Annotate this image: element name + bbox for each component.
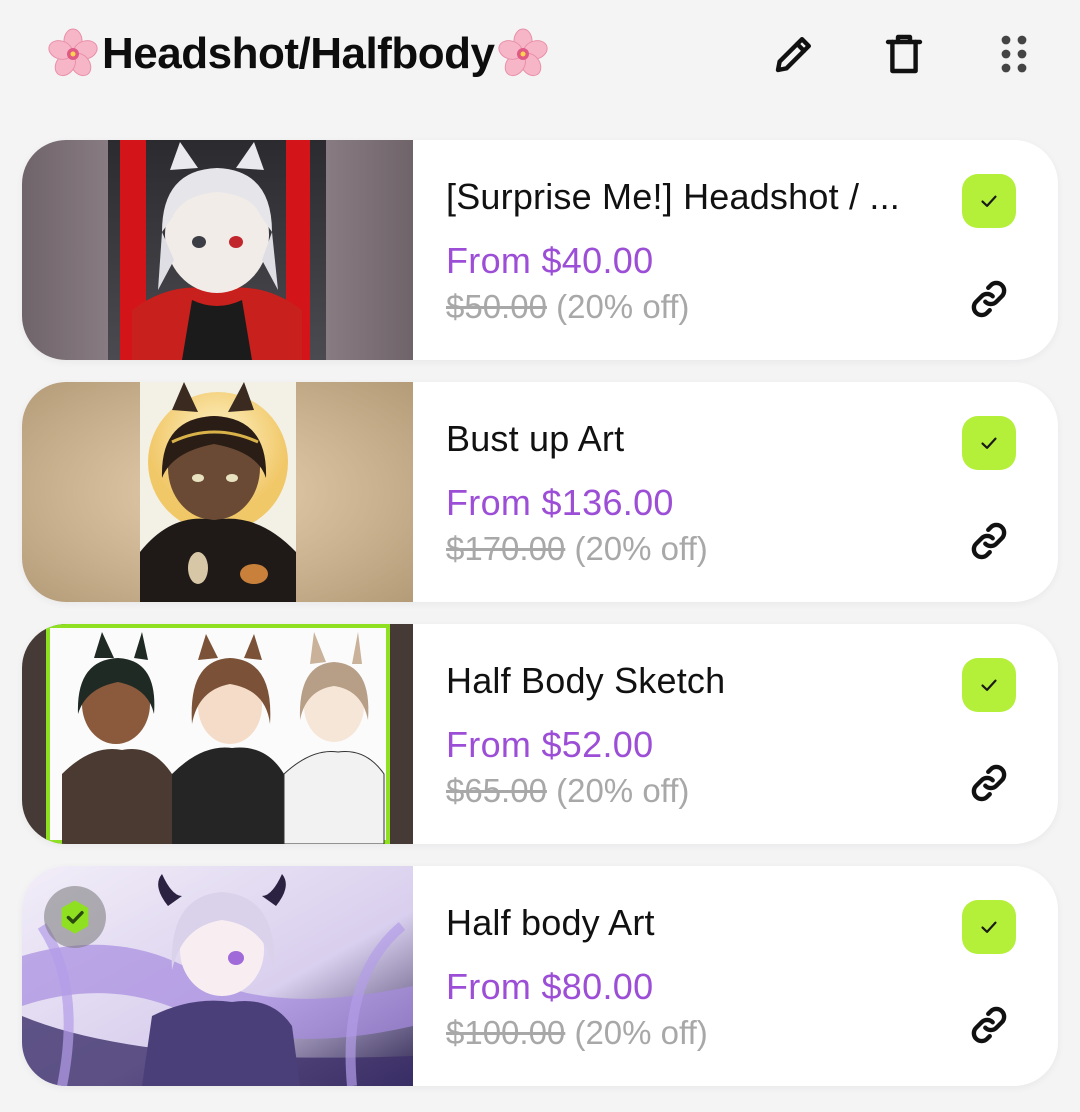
copy-link-button[interactable] (962, 272, 1016, 326)
item-price: From $80.00 (446, 966, 654, 1007)
copy-link-button[interactable] (962, 514, 1016, 568)
verified-check-icon (61, 900, 89, 934)
link-icon (971, 280, 1007, 318)
list-item[interactable]: Half Body Sketch From $52.00 $65.00 (20%… (22, 624, 1058, 844)
cherry-blossom-icon (498, 28, 549, 77)
checkmark-icon (981, 921, 997, 933)
select-checkbox[interactable] (962, 658, 1016, 712)
item-name: [Surprise Me!] Headshot / ... (446, 176, 900, 217)
copy-link-button[interactable] (962, 998, 1016, 1052)
original-price-row: $50.00 (20% off) (446, 288, 689, 326)
discount-label: (20% off) (556, 288, 690, 325)
item-info: [Surprise Me!] Headshot / ... From $40.0… (446, 140, 966, 360)
checkmark-icon (981, 437, 997, 449)
original-price: $100.00 (446, 1014, 566, 1051)
link-icon (971, 522, 1007, 560)
list-item[interactable]: [Surprise Me!] Headshot / ... From $40.0… (22, 140, 1058, 360)
original-price: $50.00 (446, 288, 547, 325)
item-price: From $52.00 (446, 724, 654, 765)
select-checkbox[interactable] (962, 900, 1016, 954)
item-price: From $136.00 (446, 482, 674, 523)
checkmark-icon (981, 679, 997, 691)
edit-button[interactable] (764, 24, 824, 84)
select-checkbox[interactable] (962, 416, 1016, 470)
discount-label: (20% off) (556, 772, 690, 809)
link-icon (971, 1006, 1007, 1044)
item-info: Half body Art From $80.00 $100.00 (20% o… (446, 866, 966, 1086)
product-thumbnail (22, 624, 413, 844)
delete-button[interactable] (874, 24, 934, 84)
title-row: Headshot/Halfbody (46, 22, 550, 86)
discount-label: (20% off) (574, 1014, 708, 1051)
discount-label: (20% off) (574, 530, 708, 567)
link-icon (971, 764, 1007, 802)
product-thumbnail (22, 866, 413, 1086)
product-thumbnail (22, 140, 413, 360)
verified-badge (44, 886, 106, 948)
item-name: Bust up Art (446, 418, 625, 459)
list-item[interactable]: Bust up Art From $136.00 $170.00 (20% of… (22, 382, 1058, 602)
select-checkbox[interactable] (962, 174, 1016, 228)
product-thumbnail (22, 382, 413, 602)
original-price-row: $100.00 (20% off) (446, 1014, 708, 1052)
trash-icon (885, 34, 923, 74)
item-info: Bust up Art From $136.00 $170.00 (20% of… (446, 382, 966, 602)
list-item[interactable]: Half body Art From $80.00 $100.00 (20% o… (22, 866, 1058, 1086)
original-price: $170.00 (446, 530, 566, 567)
item-info: Half Body Sketch From $52.00 $65.00 (20%… (446, 624, 966, 844)
page-title: Headshot/Halfbody (102, 29, 495, 78)
item-price: From $40.00 (446, 240, 654, 281)
checkmark-icon (981, 195, 997, 207)
original-price-row: $170.00 (20% off) (446, 530, 708, 568)
item-name: Half body Art (446, 902, 655, 943)
copy-link-button[interactable] (962, 756, 1016, 810)
original-price-row: $65.00 (20% off) (446, 772, 689, 810)
pencil-icon (775, 37, 811, 73)
header: Headshot/Halfbody (0, 0, 1080, 110)
item-name: Half Body Sketch (446, 660, 726, 701)
original-price: $65.00 (446, 772, 547, 809)
reorder-handle[interactable] (984, 24, 1044, 84)
drag-handle-icon (1001, 35, 1027, 73)
cherry-blossom-icon (48, 28, 98, 77)
